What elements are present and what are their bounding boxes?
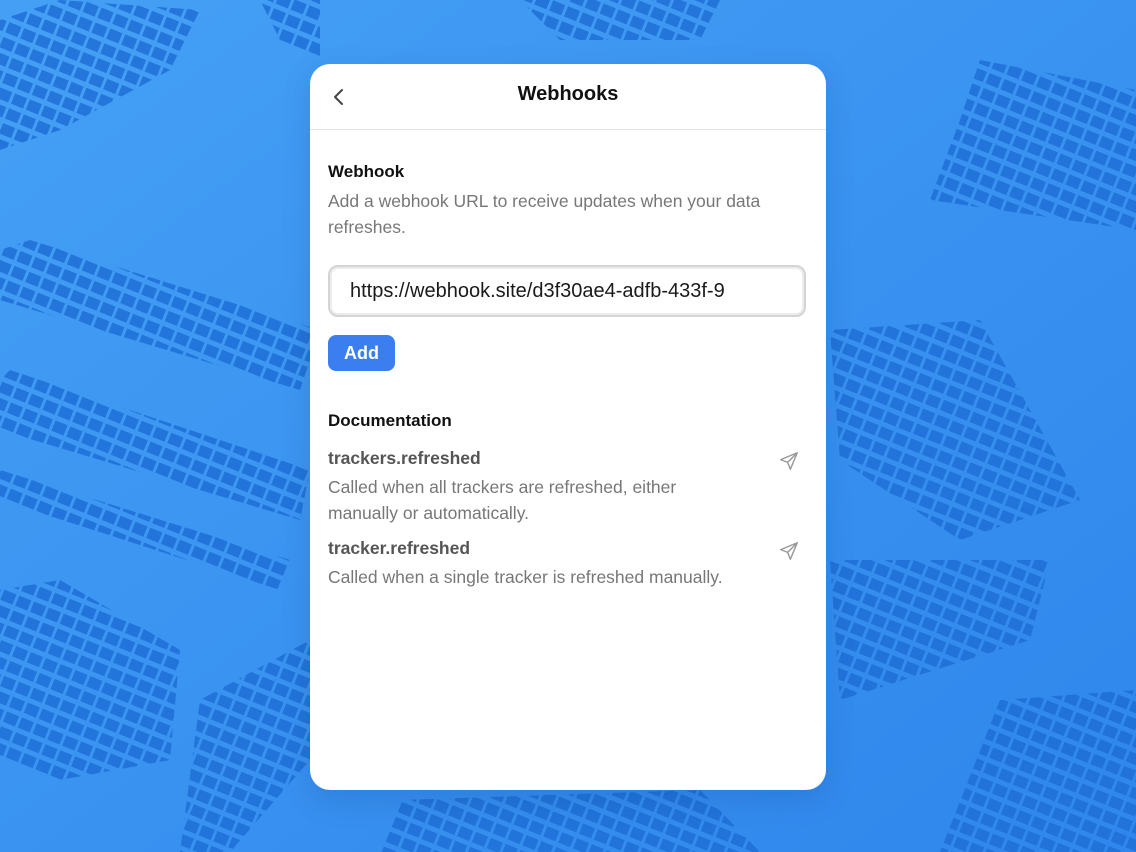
panel-content: Webhook Add a webhook URL to receive upd… — [310, 162, 826, 590]
event-name: tracker.refreshed — [328, 538, 471, 558]
event-description: Called when a single tracker is refreshe… — [328, 567, 723, 587]
page-title: Webhooks — [517, 83, 619, 105]
doc-event-item: tracker.refreshed Called when a single t… — [328, 536, 808, 590]
send-icon — [780, 542, 798, 560]
event-description: Called when all trackers are refreshed, … — [328, 477, 677, 523]
webhook-section-title: Webhook — [328, 162, 405, 181]
documentation-title: Documentation — [328, 411, 452, 430]
send-icon — [780, 452, 798, 470]
add-button[interactable]: Add — [328, 335, 395, 371]
webhook-description: Add a webhook URL to receive updates whe… — [328, 191, 761, 237]
event-name: trackers.refreshed — [328, 448, 481, 468]
send-test-button[interactable] — [776, 448, 802, 474]
webhook-url-field[interactable] — [328, 265, 806, 317]
webhooks-panel: Webhooks Webhook Add a webhook URL to re… — [310, 64, 826, 790]
send-test-button[interactable] — [776, 538, 802, 564]
panel-header: Webhooks — [310, 64, 826, 130]
doc-event-item: trackers.refreshed Called when all track… — [328, 446, 808, 526]
webhook-url-input[interactable] — [350, 279, 784, 303]
